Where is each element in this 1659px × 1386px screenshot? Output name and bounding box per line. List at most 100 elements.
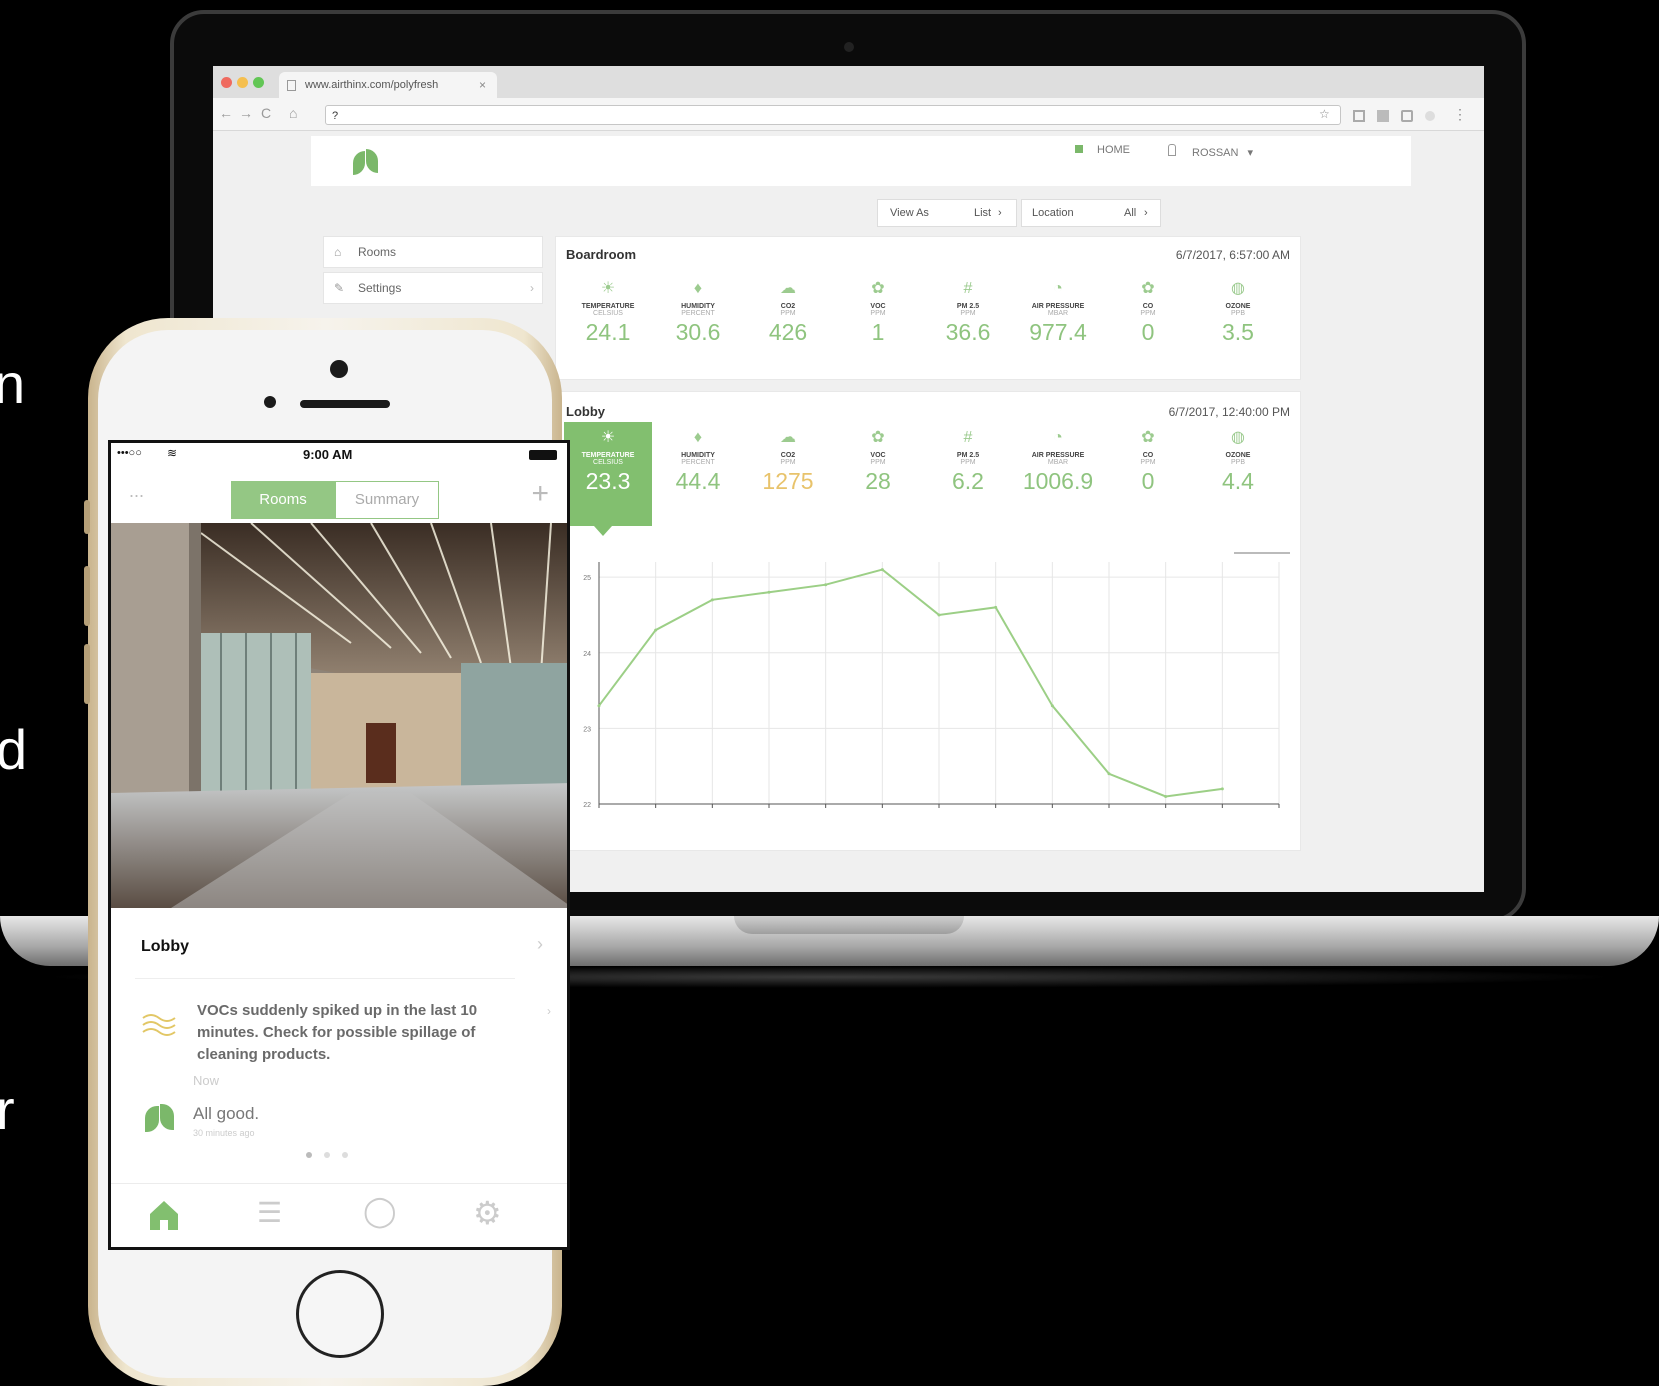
metric-co[interactable]: ✿ CO PPM 0 bbox=[1104, 428, 1192, 495]
metric-name: TEMPERATURE bbox=[581, 452, 635, 459]
data-point bbox=[994, 605, 998, 609]
tab-home-icon[interactable] bbox=[147, 1198, 181, 1232]
tab-summary[interactable]: Summary bbox=[335, 481, 439, 519]
bookmark-star-icon[interactable]: ☆ bbox=[1319, 107, 1330, 121]
tab-gear-icon[interactable]: ⚙ bbox=[473, 1194, 502, 1232]
user-name: ROSSAN bbox=[1192, 147, 1239, 159]
tab-rooms[interactable]: Rooms bbox=[231, 481, 335, 519]
data-point bbox=[710, 598, 714, 602]
window-minimize-dot[interactable] bbox=[237, 77, 248, 88]
metric-voc[interactable]: ✿ VOC PPM 28 bbox=[834, 428, 922, 495]
metric-unit: MBAR bbox=[1047, 459, 1069, 466]
metric-unit: PPM bbox=[870, 310, 886, 317]
y-tick-label: 24 bbox=[583, 651, 591, 658]
y-tick-label: 23 bbox=[583, 726, 591, 733]
room-card[interactable]: Lobby › VOCs suddenly spiked up in the l… bbox=[111, 908, 567, 1178]
window-zoom-dot[interactable] bbox=[253, 77, 264, 88]
ozone-icon: ◍ bbox=[1231, 280, 1245, 297]
metric-co2[interactable]: ☁ CO2 PPM 1275 bbox=[744, 428, 832, 495]
metric-pm-2-5[interactable]: # PM 2.5 PPM 6.2 bbox=[924, 428, 1012, 495]
panel-title: Boardroom bbox=[566, 247, 637, 262]
metric-humidity[interactable]: ♦ HUMIDITY PERCENT 44.4 bbox=[654, 428, 742, 495]
phone-volume-up bbox=[84, 566, 90, 626]
location-control[interactable]: Location All › bbox=[1021, 199, 1161, 227]
sidebar-item-label: Settings bbox=[358, 281, 402, 295]
room-panel-boardroom[interactable]: Boardroom 6/7/2017, 6:57:00 AM ☀ TEMPERAT… bbox=[555, 236, 1301, 380]
chevron-right-icon[interactable]: › bbox=[537, 934, 543, 955]
metric-name: CO2 bbox=[780, 303, 796, 310]
view-as-control[interactable]: View As List › bbox=[877, 199, 1017, 227]
metric-value: 1275 bbox=[762, 468, 814, 494]
metric-pm-2-5[interactable]: # PM 2.5 PPM 36.6 bbox=[924, 279, 1012, 346]
metric-unit: MBAR bbox=[1047, 310, 1069, 317]
metric-humidity[interactable]: ♦ HUMIDITY PERCENT 30.6 bbox=[654, 279, 742, 346]
tab-list-icon[interactable]: ☰ bbox=[257, 1196, 282, 1229]
user-caret-icon: ▾ bbox=[1247, 147, 1254, 159]
home-icon[interactable]: ⌂ bbox=[289, 105, 297, 121]
metric-name: VOC bbox=[870, 452, 886, 459]
page-dot-1[interactable] bbox=[306, 1152, 312, 1158]
battery-icon bbox=[529, 450, 557, 460]
metric-ozone[interactable]: ◍ OZONE PPB 4.4 bbox=[1194, 428, 1282, 495]
y-tick-label: 25 bbox=[583, 575, 591, 582]
tab-chat-icon[interactable]: ◯ bbox=[363, 1194, 397, 1229]
phone-screen: •••○○ ≋ 9:00 AM ... Rooms Summary + Lobb… bbox=[108, 440, 570, 1250]
nav-home-link[interactable]: HOME bbox=[1075, 144, 1130, 156]
extension-icon-3[interactable] bbox=[1401, 110, 1413, 122]
pm-icon: # bbox=[963, 280, 973, 297]
gauge-icon: ◔ bbox=[1053, 429, 1063, 446]
address-bar[interactable]: ? bbox=[325, 105, 1341, 125]
metric-temperature[interactable]: ☀ TEMPERATURE CELSIUS 24.1 bbox=[564, 279, 652, 346]
metric-name: CO bbox=[1142, 452, 1154, 459]
metric-voc[interactable]: ✿ VOC PPM 1 bbox=[834, 279, 922, 346]
phone-home-button[interactable] bbox=[296, 1270, 384, 1358]
laptop-notch bbox=[734, 916, 964, 934]
metric-value: 1006.9 bbox=[1022, 468, 1094, 494]
sidebar-item-label: Rooms bbox=[358, 245, 397, 259]
metric-unit: PPM bbox=[1140, 459, 1156, 466]
user-icon bbox=[1168, 144, 1176, 156]
sidebar-item-settings[interactable]: ✎ Settings › bbox=[323, 272, 543, 304]
metric-value: 4.4 bbox=[1222, 468, 1254, 494]
metric-co[interactable]: ✿ CO PPM 0 bbox=[1104, 279, 1192, 346]
metric-value: 977.4 bbox=[1029, 319, 1087, 345]
tab-close-icon[interactable]: × bbox=[479, 72, 486, 98]
reload-icon[interactable]: C bbox=[261, 105, 271, 121]
browser-menu-icon[interactable]: ⋮ bbox=[1453, 106, 1467, 123]
extension-icon-4[interactable] bbox=[1425, 111, 1435, 121]
phone-speaker bbox=[300, 400, 390, 408]
metric-unit: PPM bbox=[960, 459, 976, 466]
back-icon[interactable]: ← bbox=[219, 105, 233, 121]
more-icon[interactable]: ... bbox=[129, 481, 144, 502]
forward-icon[interactable]: → bbox=[239, 105, 253, 121]
view-as-value: List bbox=[974, 207, 992, 219]
extension-icon-1[interactable] bbox=[1353, 110, 1365, 122]
metric-air-pressure[interactable]: ◔ AIR PRESSURE MBAR 1006.9 bbox=[1014, 428, 1102, 495]
page-dot-3[interactable] bbox=[342, 1152, 348, 1158]
metric-unit: PPM bbox=[1140, 310, 1156, 317]
tab-title: www.airthinx.com/polyfresh bbox=[305, 79, 439, 91]
browser-tab[interactable]: www.airthinx.com/polyfresh bbox=[279, 72, 497, 98]
pm-icon: # bbox=[963, 429, 973, 446]
metric-air-pressure[interactable]: ◔ AIR PRESSURE MBAR 977.4 bbox=[1014, 279, 1102, 346]
metric-ozone[interactable]: ◍ OZONE PPB 3.5 bbox=[1194, 279, 1282, 346]
data-point bbox=[1050, 704, 1054, 708]
extension-icon-2[interactable] bbox=[1377, 110, 1389, 122]
phone-front-camera bbox=[330, 360, 348, 378]
brand-logo[interactable] bbox=[349, 149, 383, 175]
metric-co2[interactable]: ☁ CO2 PPM 426 bbox=[744, 279, 832, 346]
location-value: All bbox=[1124, 207, 1137, 219]
page-icon bbox=[287, 80, 296, 91]
add-icon[interactable]: + bbox=[531, 477, 549, 511]
metric-name: HUMIDITY bbox=[681, 452, 715, 459]
page-dot-2[interactable] bbox=[324, 1152, 330, 1158]
window-close-dot[interactable] bbox=[221, 77, 232, 88]
co2-icon: ☁ bbox=[780, 280, 796, 297]
all-good-icon bbox=[139, 1102, 183, 1136]
sidebar-item-rooms[interactable]: ⌂ Rooms bbox=[323, 236, 543, 268]
card-divider bbox=[135, 978, 515, 979]
data-point bbox=[597, 704, 601, 708]
metric-temperature[interactable]: ☀ TEMPERATURE CELSIUS 23.3 bbox=[564, 422, 652, 526]
user-menu[interactable]: ROSSAN ▾ bbox=[1168, 144, 1253, 159]
temperature-line-chart: 22 23 24 25 bbox=[583, 562, 1280, 809]
